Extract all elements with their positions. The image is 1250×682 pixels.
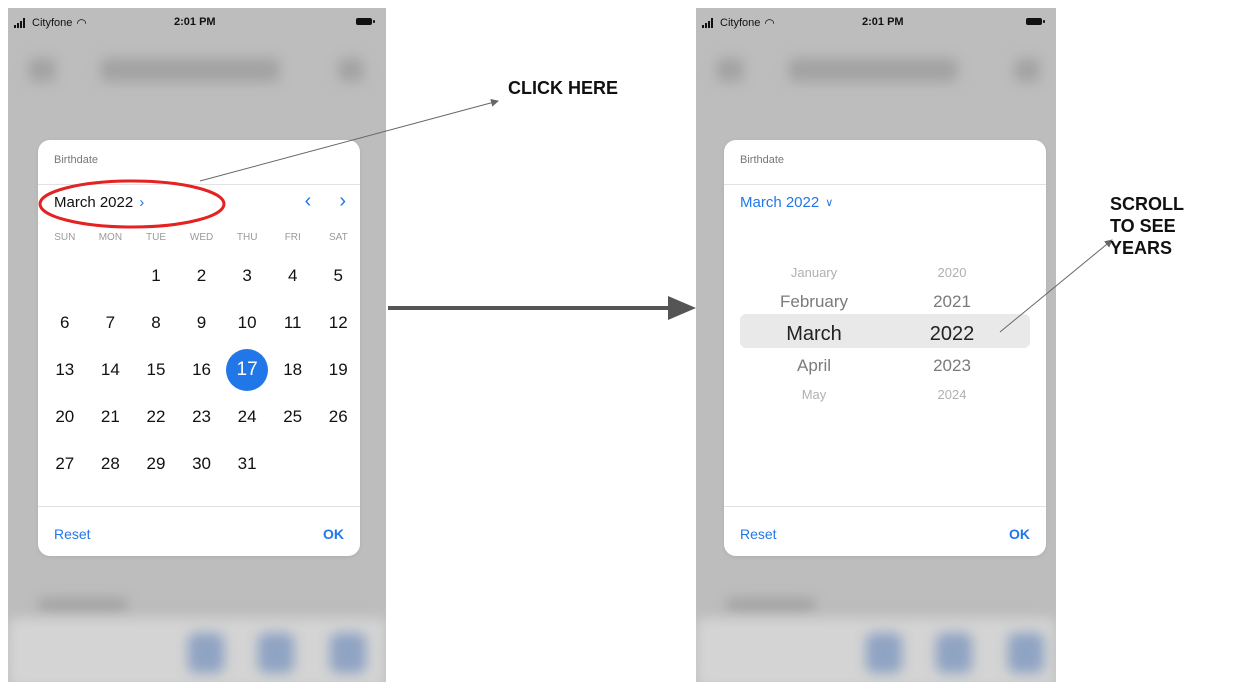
annotation-arrow-click xyxy=(199,98,499,182)
annotation-arrow-scroll xyxy=(999,239,1113,333)
scroll-hint-line: YEARS xyxy=(1110,238,1173,258)
scroll-hint-label: SCROLL TO SEE YEARS xyxy=(1110,193,1250,259)
transition-arrow-head xyxy=(668,296,696,320)
annotation-layer xyxy=(38,98,1113,333)
highlight-ellipse xyxy=(38,179,226,229)
click-here-label: CLICK HERE xyxy=(508,78,619,98)
scroll-hint-line: SCROLL xyxy=(1110,194,1184,214)
scroll-hint-line: TO SEE xyxy=(1110,216,1176,236)
